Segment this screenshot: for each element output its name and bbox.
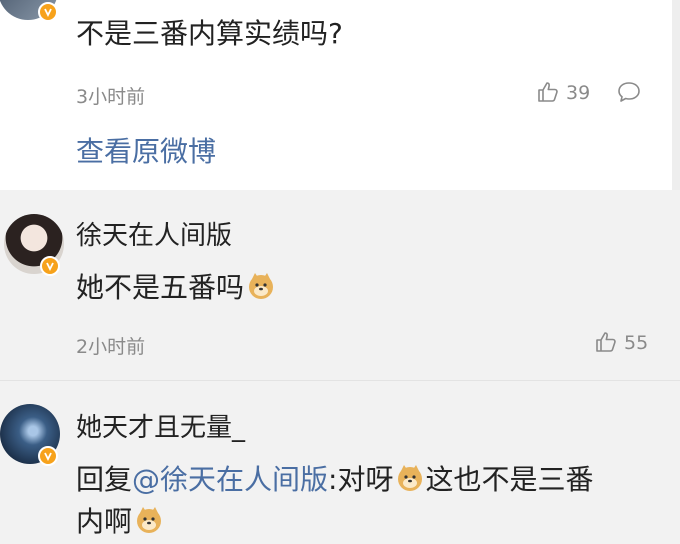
- comment-text: 不是三番内算实绩吗?: [76, 17, 343, 50]
- thumbs-up-icon[interactable]: [594, 330, 618, 358]
- comment-bubble-icon[interactable]: [616, 80, 642, 108]
- like-count: 39: [566, 82, 591, 104]
- doge-emoji-icon: [395, 463, 425, 493]
- comment-text: 她不是五番吗: [76, 270, 276, 306]
- divider: [0, 380, 680, 381]
- doge-emoji-icon: [246, 271, 276, 301]
- comment-text: 回复@徐天在人间版:对呀 这也不是三番: [76, 462, 593, 498]
- comment-card-top: 不是三番内算实绩吗? 3小时前 39 查看原微博: [0, 0, 672, 190]
- comment-body-line2: 内啊: [76, 505, 133, 538]
- comment-body-part2: 这也不是三番: [425, 463, 594, 496]
- verified-badge-icon: [38, 446, 58, 466]
- doge-emoji-icon: [134, 505, 164, 535]
- verified-badge-icon: [40, 256, 60, 276]
- mention-link[interactable]: @徐天在人间版: [132, 463, 328, 496]
- like-count: 55: [624, 332, 649, 354]
- right-gutter: [672, 0, 680, 190]
- username[interactable]: 她天才且无量_: [76, 410, 245, 446]
- thumbs-up-icon[interactable]: [536, 80, 560, 108]
- comment-text-continued: 内啊: [76, 504, 164, 540]
- timestamp: 3小时前: [76, 86, 146, 108]
- timestamp: 2小时前: [76, 336, 146, 358]
- username[interactable]: 徐天在人间版: [76, 218, 232, 254]
- view-original-link[interactable]: 查看原微博: [76, 134, 216, 170]
- reply-prefix: 回复: [76, 463, 133, 496]
- comment-body: 她不是五番吗: [76, 271, 245, 304]
- verified-badge-icon: [38, 2, 58, 22]
- comment-body-part1: :对呀: [328, 463, 394, 496]
